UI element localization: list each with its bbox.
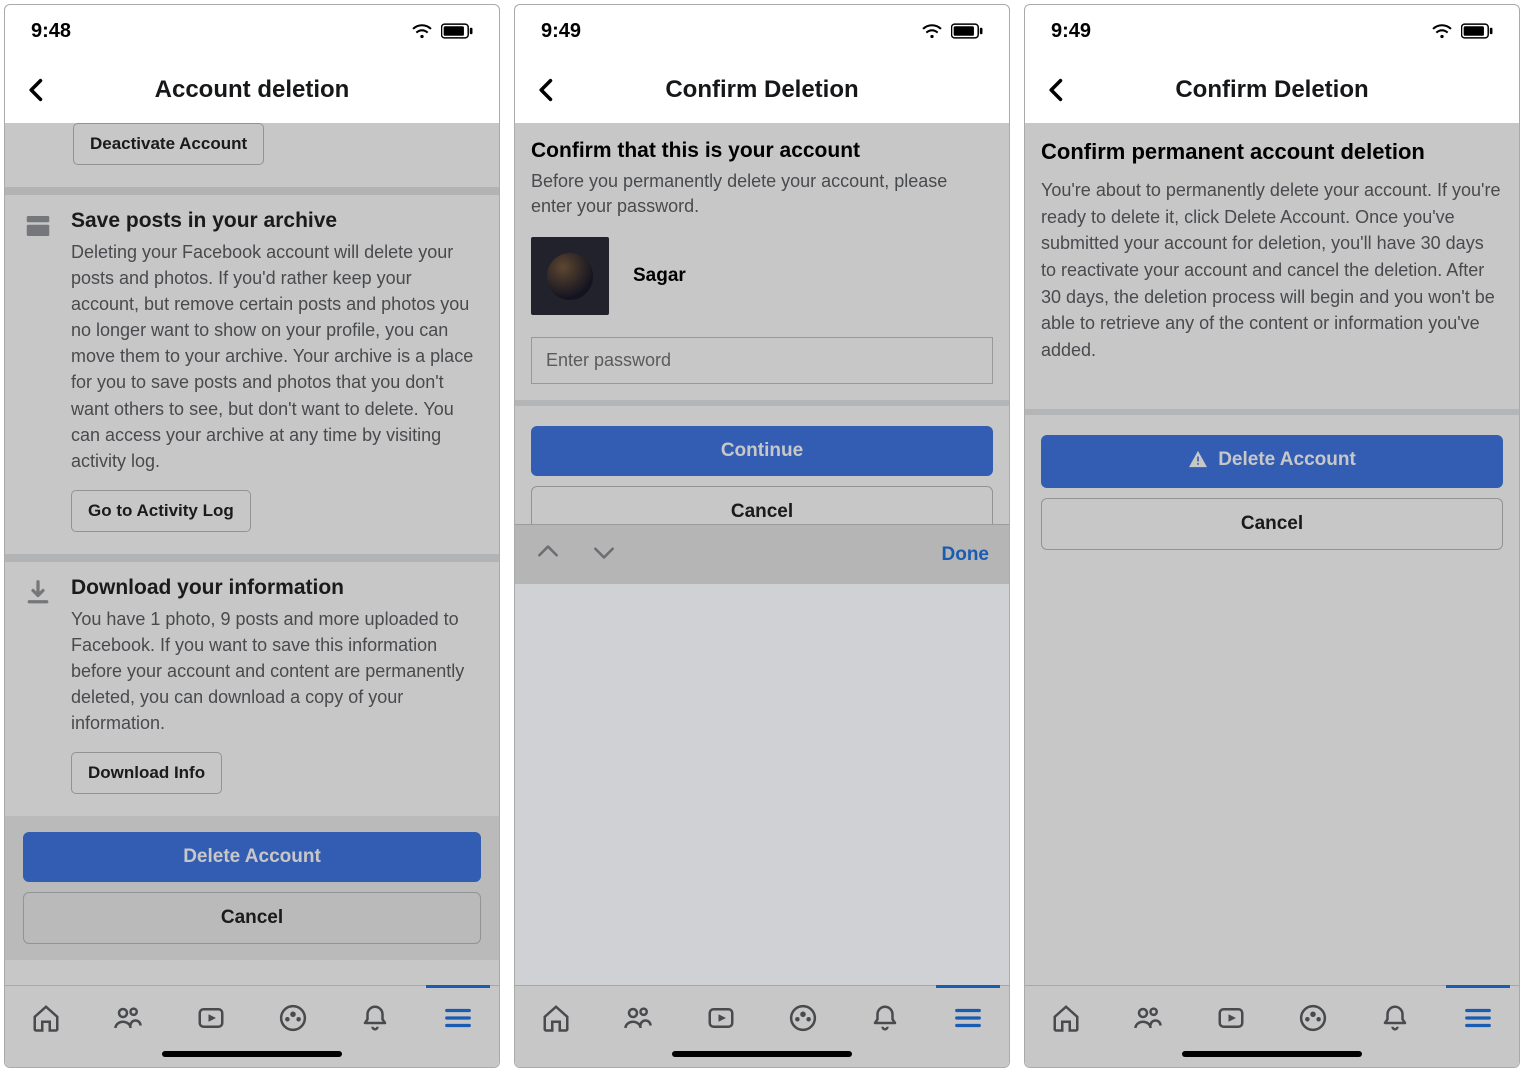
tab-watch[interactable] [193,1000,229,1036]
header: Confirm Deletion [515,57,1009,123]
tab-bar [5,985,499,1067]
confirm-perm-title: Confirm permanent account deletion [1041,139,1503,165]
tab-home[interactable] [538,1000,574,1036]
delete-account-button[interactable]: Delete Account [23,832,481,882]
status-bar: 9:48 [5,5,499,57]
tab-menu[interactable] [1460,1000,1496,1036]
status-bar: 9:49 [1025,5,1519,57]
content: Deactivate Account Save posts in your ar… [5,123,499,985]
battery-icon [951,23,983,39]
page-title: Confirm Deletion [533,76,991,104]
tab-bar [1025,985,1519,1067]
screen-confirm-permanent: 9:49 Confirm Deletion Confirm permanent … [1024,4,1520,1068]
activity-log-button[interactable]: Go to Activity Log [71,490,251,532]
status-time: 9:49 [1051,20,1091,43]
screen-account-deletion: 9:48 Account deletion Deactivate Account… [4,4,500,1068]
tab-groups[interactable] [785,1000,821,1036]
kb-next-button[interactable] [591,539,617,570]
tab-groups[interactable] [275,1000,311,1036]
back-button[interactable] [23,76,51,104]
status-indicators [921,23,983,39]
tab-notifications[interactable] [1377,1000,1413,1036]
tab-home[interactable] [1048,1000,1084,1036]
cancel-button[interactable]: Cancel [23,892,481,944]
archive-title: Save posts in your archive [71,209,481,233]
confirm-subtitle: Before you permanently delete your accou… [531,169,993,219]
kb-done-button[interactable]: Done [942,544,990,566]
archive-icon [23,209,57,532]
download-title: Download your information [71,576,481,600]
home-indicator [672,1051,852,1057]
header: Confirm Deletion [1025,57,1519,123]
home-indicator [162,1051,342,1057]
keyboard-accessory: Done [515,524,1009,584]
tab-friends[interactable] [1130,1000,1166,1036]
status-time: 9:49 [541,20,581,43]
tab-watch[interactable] [703,1000,739,1036]
screen-confirm-password: 9:49 Confirm Deletion Confirm that this … [514,4,1010,1068]
back-button[interactable] [1043,76,1071,104]
wifi-icon [411,23,433,39]
user-name: Sagar [633,265,686,287]
tab-bar [515,985,1009,1067]
wifi-icon [921,23,943,39]
status-time: 9:48 [31,20,71,43]
tab-menu[interactable] [440,1000,476,1036]
battery-icon [1461,23,1493,39]
cancel-button[interactable]: Cancel [531,486,993,524]
tab-menu[interactable] [950,1000,986,1036]
tab-friends[interactable] [110,1000,146,1036]
delete-account-label: Delete Account [1218,449,1356,470]
status-indicators [1431,23,1493,39]
tab-home[interactable] [28,1000,64,1036]
header: Account deletion [5,57,499,123]
continue-button[interactable]: Continue [531,426,993,476]
content: Confirm that this is your account Before… [515,123,1009,524]
download-info-button[interactable]: Download Info [71,752,222,794]
warning-icon [1188,450,1208,474]
kb-prev-button[interactable] [535,539,561,570]
home-indicator [1182,1051,1362,1057]
confirm-perm-body: You're about to permanently delete your … [1041,177,1503,363]
back-button[interactable] [533,76,561,104]
download-body: You have 1 photo, 9 posts and more uploa… [71,606,481,736]
tab-watch[interactable] [1213,1000,1249,1036]
download-icon [23,576,57,794]
avatar [531,237,609,315]
tab-notifications[interactable] [867,1000,903,1036]
password-input[interactable] [531,337,993,384]
confirm-title: Confirm that this is your account [531,139,993,163]
content: Confirm permanent account deletion You'r… [1025,123,1519,985]
page-title: Account deletion [23,76,481,104]
battery-icon [441,23,473,39]
page-title: Confirm Deletion [1043,76,1501,104]
wifi-icon [1431,23,1453,39]
cancel-button[interactable]: Cancel [1041,498,1503,550]
status-bar: 9:49 [515,5,1009,57]
delete-account-button[interactable]: Delete Account [1041,435,1503,488]
deactivate-account-button[interactable]: Deactivate Account [73,123,264,165]
archive-body: Deleting your Facebook account will dele… [71,239,481,474]
tab-groups[interactable] [1295,1000,1331,1036]
tab-notifications[interactable] [357,1000,393,1036]
tab-friends[interactable] [620,1000,656,1036]
status-indicators [411,23,473,39]
